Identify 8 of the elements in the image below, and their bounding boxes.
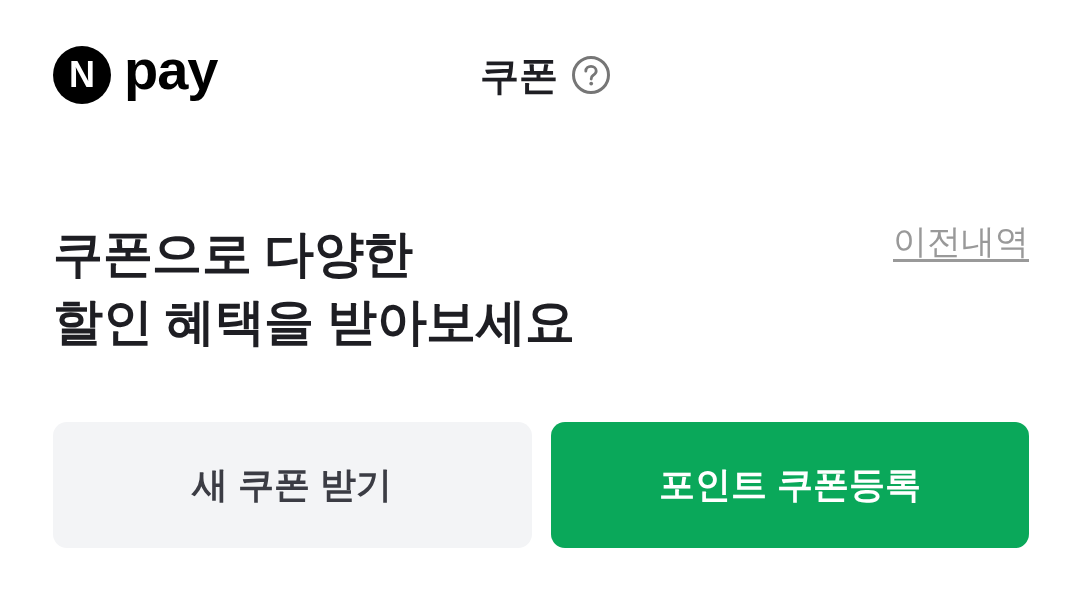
headline: 쿠폰으로 다양한 할인 혜택을 받아보세요 <box>53 225 575 352</box>
help-icon[interactable] <box>572 56 610 94</box>
logo-badge: N <box>53 46 111 104</box>
register-coupon-button[interactable]: 포인트 쿠폰등록 <box>550 422 1029 548</box>
page-title: 쿠폰 <box>480 55 558 95</box>
logo-text: pay <box>124 42 218 103</box>
get-coupon-button[interactable]: 새 쿠폰 받기 <box>53 422 532 548</box>
history-link[interactable]: 이전내역 <box>893 224 1029 258</box>
